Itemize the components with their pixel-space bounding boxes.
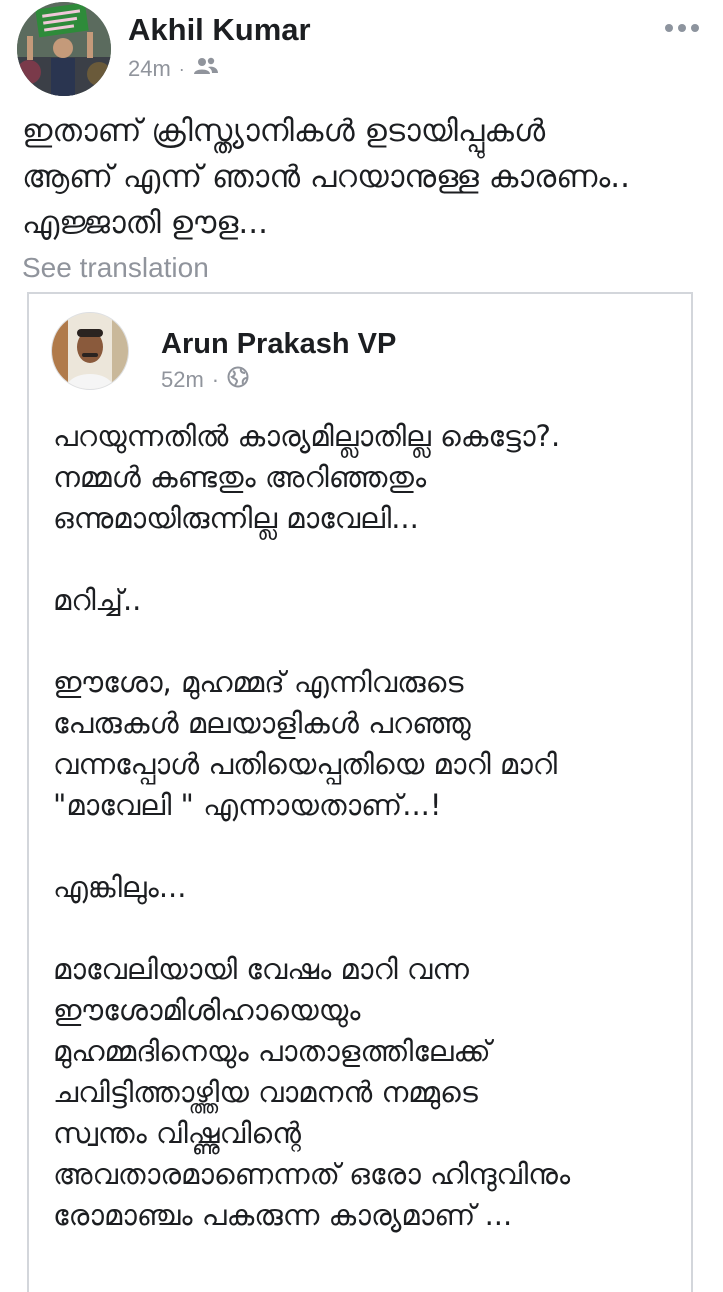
shared-author-name[interactable]: Arun Prakash VP [161, 328, 396, 361]
post-text: ഇതാണ് ക്രിസ്ത്യാനികൾ ഉടായിപ്പുകൾ ആണ് എന്… [22, 113, 631, 241]
friends-icon [193, 56, 219, 82]
globe-icon [227, 366, 249, 394]
meta-separator: · [178, 58, 185, 79]
more-options-icon[interactable] [665, 18, 705, 38]
shared-post-time[interactable]: 52m [161, 367, 204, 393]
post-header: Akhil Kumar 24m · [0, 0, 723, 100]
avatar[interactable] [17, 2, 111, 96]
shared-avatar[interactable] [51, 312, 129, 390]
shared-post-meta: 52m · [161, 366, 249, 394]
author-name[interactable]: Akhil Kumar [128, 12, 311, 48]
meta-separator: · [211, 367, 220, 392]
see-translation-link[interactable]: See translation [22, 252, 209, 284]
avatar-image [17, 2, 111, 96]
post-meta: 24m · [128, 56, 219, 82]
shared-post-text: പറയുന്നതിൽ കാര്യമില്ലാതില്ല കെട്ടോ?. നമ്… [53, 419, 571, 1232]
shared-avatar-image [52, 313, 128, 389]
shared-post-card[interactable]: Arun Prakash VP 52m · പറയുന്നതിൽ കാര്യമി… [27, 292, 693, 1292]
post-time[interactable]: 24m [128, 56, 171, 82]
